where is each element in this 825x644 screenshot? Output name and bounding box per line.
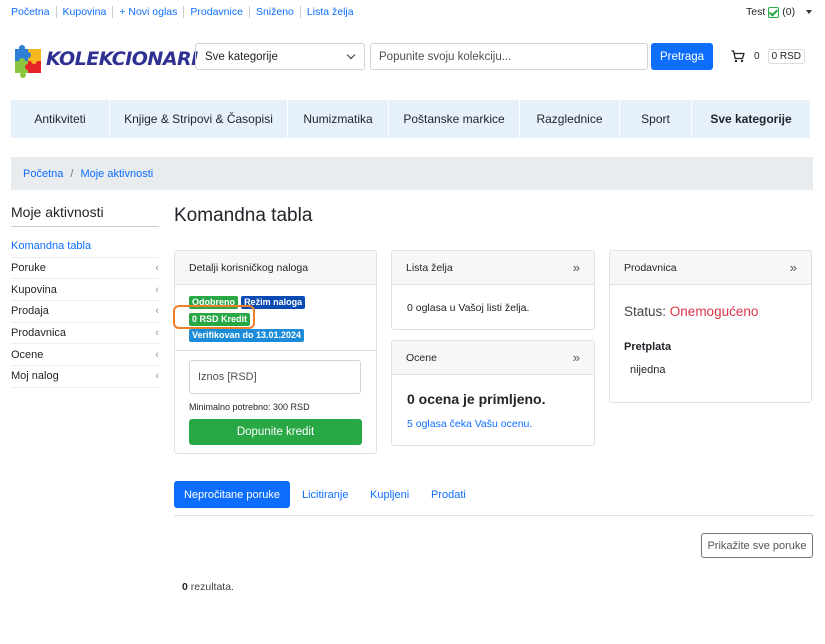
sidebar-item-store[interactable]: Prodavnica ‹ xyxy=(11,323,159,345)
sidebar-item-label: Prodavnica xyxy=(11,327,67,340)
page-title: Komandna tabla xyxy=(174,205,313,226)
sidebar-menu: Komandna tabla Poruke ‹ Kupovina ‹ Proda… xyxy=(11,236,159,388)
store-status-value: Onemogućeno xyxy=(669,304,759,319)
top-up-credit-button[interactable]: Dopunite kredit xyxy=(189,419,362,445)
chevron-left-icon: ‹ xyxy=(155,327,159,340)
tab-bidding[interactable]: Licitiranje xyxy=(302,481,348,508)
sidebar-title: Moje aktivnosti xyxy=(11,204,104,220)
sidebar-item-ratings[interactable]: Ocene ‹ xyxy=(11,344,159,367)
subscription-value: nijedna xyxy=(630,364,666,376)
min-required-text: Minimalno potrebno: 300 RSD xyxy=(189,402,310,412)
sidebar-item-label: Ocene xyxy=(11,348,44,361)
caret-down-icon xyxy=(806,10,813,14)
sidebar-item-label: Moj nalog xyxy=(11,370,59,383)
double-chevron-right-icon[interactable]: » xyxy=(573,260,580,275)
sidebar-divider xyxy=(11,226,159,227)
search-button[interactable]: Pretraga xyxy=(651,43,713,70)
ratings-card-header[interactable]: Ocene » xyxy=(392,341,594,375)
wishlist-card-header[interactable]: Lista želja » xyxy=(392,251,594,285)
store-card-header[interactable]: Prodavnica » xyxy=(610,251,811,285)
nav-item-antiques[interactable]: Antikviteti xyxy=(11,100,110,138)
tab-bought[interactable]: Kupljeni xyxy=(370,481,409,508)
credit-highlight-annotation xyxy=(173,305,255,329)
credit-amount-input[interactable] xyxy=(189,360,361,394)
sidebar-item-purchases[interactable]: Kupovina ‹ xyxy=(11,279,159,302)
cart-icon xyxy=(731,50,745,63)
sidebar-item-messages[interactable]: Poruke ‹ xyxy=(11,258,159,280)
wishlist-card-title: Lista želja xyxy=(406,261,453,274)
top-link-shopping[interactable]: Kupovina xyxy=(55,6,113,18)
search-input[interactable] xyxy=(370,43,648,70)
account-card-header: Detalji korisničkog naloga xyxy=(175,251,376,285)
double-chevron-right-icon[interactable]: » xyxy=(790,260,797,275)
sidebar-item-label: Poruke xyxy=(11,262,46,275)
tab-sold[interactable]: Prodati xyxy=(431,481,466,508)
category-select-value: Sve kategorije xyxy=(205,51,278,63)
ratings-card-title: Ocene xyxy=(406,351,437,364)
account-details-card: Detalji korisničkog naloga Odobreno Reži… xyxy=(174,250,377,454)
user-menu[interactable]: Test (0) xyxy=(746,6,813,18)
sidebar-item-label: Prodaja xyxy=(11,305,49,318)
user-name: Test xyxy=(746,6,766,18)
sidebar-item-my-account[interactable]: Moj nalog ‹ xyxy=(11,366,159,388)
ratings-card: Ocene » 0 ocena je primljeno. 5 oglasa č… xyxy=(391,340,595,446)
sidebar-item-label: Kupovina xyxy=(11,283,57,296)
store-card-title: Prodavnica xyxy=(624,261,677,274)
results-number: 0 xyxy=(182,581,188,593)
sidebar-item-dashboard[interactable]: Komandna tabla xyxy=(11,236,159,258)
tab-unread-messages[interactable]: Nepročitane poruke xyxy=(174,481,290,508)
double-chevron-right-icon[interactable]: » xyxy=(573,350,580,365)
nav-item-postcards[interactable]: Razglednice xyxy=(520,100,620,138)
store-card: Prodavnica » Status: Onemogućeno Pretpla… xyxy=(609,250,812,403)
category-select[interactable]: Sve kategorije xyxy=(195,43,365,70)
wishlist-card: Lista želja » 0 oglasa u Vašoj listi žel… xyxy=(391,250,595,330)
wishlist-text: 0 oglasa u Vašoj listi želja. xyxy=(407,302,530,314)
ratings-headline: 0 ocena je primljeno. xyxy=(407,391,546,407)
chevron-left-icon: ‹ xyxy=(155,305,159,318)
verified-badge: Verifikovan do 13.01.2024 xyxy=(189,329,305,342)
breadcrumb-home[interactable]: Početna xyxy=(23,168,63,180)
card-divider xyxy=(175,350,376,351)
top-links: Početna Kupovina + Novi oglas Prodavnice… xyxy=(11,6,360,18)
breadcrumb-separator: / xyxy=(70,167,74,180)
nav-item-books[interactable]: Knjige & Stripovi & Časopisi xyxy=(110,100,288,138)
category-nav: Antikviteti Knjige & Stripovi & Časopisi… xyxy=(11,100,811,138)
nav-item-stamps[interactable]: Poštanske markice xyxy=(389,100,520,138)
check-icon xyxy=(768,6,780,18)
logo-text: KOLEKCIONARI xyxy=(46,48,198,70)
chevron-left-icon: ‹ xyxy=(155,370,159,383)
chevron-left-icon: ‹ xyxy=(155,348,159,361)
top-bar: Početna Kupovina + Novi oglas Prodavnice… xyxy=(0,0,825,24)
cart[interactable]: 0 0 RSD xyxy=(731,49,806,64)
site-logo[interactable]: KOLEKCIONARI xyxy=(14,42,198,84)
top-link-wishlist[interactable]: Lista želja xyxy=(299,6,360,18)
breadcrumb: Početna / Moje aktivnosti xyxy=(11,157,813,190)
cart-total: 0 RSD xyxy=(767,49,806,64)
messages-tabs: Nepročitane poruke Licitiranje Kupljeni … xyxy=(174,481,814,516)
nav-item-all-categories[interactable]: Sve kategorije xyxy=(692,100,811,138)
chevron-left-icon: ‹ xyxy=(155,283,159,296)
chevron-down-icon xyxy=(346,50,356,60)
sidebar-item-label: Komandna tabla xyxy=(11,240,92,253)
store-status-label: Status: xyxy=(624,304,667,319)
account-card-title: Detalji korisničkog naloga xyxy=(189,261,309,274)
user-count: (0) xyxy=(782,6,796,18)
cart-count: 0 xyxy=(754,51,760,62)
store-status: Status: Onemogućeno xyxy=(624,304,758,319)
results-count: 0 rezultata. xyxy=(182,581,234,593)
top-link-discounted[interactable]: Sniženo xyxy=(248,6,300,18)
top-link-stores[interactable]: Prodavnice xyxy=(183,6,249,18)
puzzle-logo-icon xyxy=(15,45,41,78)
nav-item-numismatics[interactable]: Numizmatika xyxy=(288,100,389,138)
top-link-new-listing[interactable]: + Novi oglas xyxy=(112,6,183,18)
top-link-home[interactable]: Početna xyxy=(11,6,56,18)
breadcrumb-current[interactable]: Moje aktivnosti xyxy=(80,168,153,180)
results-label: rezultata. xyxy=(190,581,234,593)
show-all-messages-button[interactable]: Prikažite sve poruke xyxy=(701,533,813,558)
subscription-label: Pretplata xyxy=(624,341,672,353)
sidebar-item-sales[interactable]: Prodaja ‹ xyxy=(11,301,159,323)
chevron-left-icon: ‹ xyxy=(155,262,159,275)
pending-ratings-link[interactable]: 5 oglasa čeka Vašu ocenu. xyxy=(407,418,532,430)
nav-item-sport[interactable]: Sport xyxy=(620,100,692,138)
